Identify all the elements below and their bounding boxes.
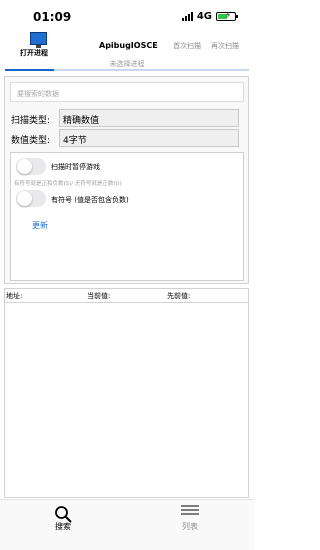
results-header: 地址: 当前值: 先前值:: [5, 289, 248, 303]
signal-icon: [181, 12, 193, 21]
signed-label: 有符号 (值是否包含负数): [51, 196, 129, 204]
top-toolbar: 打开进程 ApibugIOSCE 首次扫描 再次扫描: [0, 30, 254, 60]
status-indicators: 4G ⚡: [181, 11, 238, 22]
network-type: 4G: [196, 11, 212, 22]
list-icon[interactable]: [181, 505, 199, 519]
column-address: 地址:: [6, 292, 23, 300]
value-type-select[interactable]: 4字节: [59, 129, 239, 147]
signed-toggle[interactable]: [16, 190, 46, 207]
results-table: 地址: 当前值: 先前值:: [4, 288, 249, 498]
pause-game-label: 扫描时暂停游戏: [51, 163, 100, 171]
options-box: 扫描时暂停游戏 有符号就是正和负数(S)/ 无符号就是正数(U) 有符号 (值是…: [10, 152, 244, 281]
selected-process-label: 未选择进程: [109, 60, 145, 68]
status-bar: 01:09 4G ⚡: [0, 0, 254, 30]
scan-type-label: 扫描类型:: [11, 116, 51, 126]
tab-list[interactable]: 列表: [182, 521, 198, 532]
progress-indicator: [5, 69, 54, 71]
column-current-value: 当前值:: [87, 292, 111, 300]
monitor-icon[interactable]: [30, 32, 47, 48]
rescan-button[interactable]: 再次扫描: [211, 41, 239, 51]
first-scan-button[interactable]: 首次扫描: [173, 41, 201, 51]
pause-game-toggle[interactable]: [16, 158, 46, 175]
battery-icon: ⚡: [216, 11, 238, 21]
scan-type-select[interactable]: 精确数值: [59, 109, 239, 127]
search-input[interactable]: 要搜索的数据: [10, 82, 244, 102]
tab-search[interactable]: 搜索: [55, 521, 71, 532]
sign-hint: 有符号就是正和负数(S)/ 无符号就是正数(U): [14, 181, 122, 187]
app-title: ApibugIOSCE: [99, 41, 158, 50]
progress-track: [5, 69, 249, 71]
status-time: 01:09: [33, 10, 72, 24]
column-previous-value: 先前值:: [167, 292, 191, 300]
update-button[interactable]: 更新: [32, 220, 48, 231]
scan-panel: 要搜索的数据 扫描类型: 精确数值 数值类型: 4字节 扫描时暂停游戏 有符号就…: [4, 76, 249, 284]
open-process-button[interactable]: 打开进程: [20, 48, 48, 58]
value-type-label: 数值类型:: [11, 136, 51, 146]
tab-bar: 搜索 列表: [0, 499, 254, 550]
